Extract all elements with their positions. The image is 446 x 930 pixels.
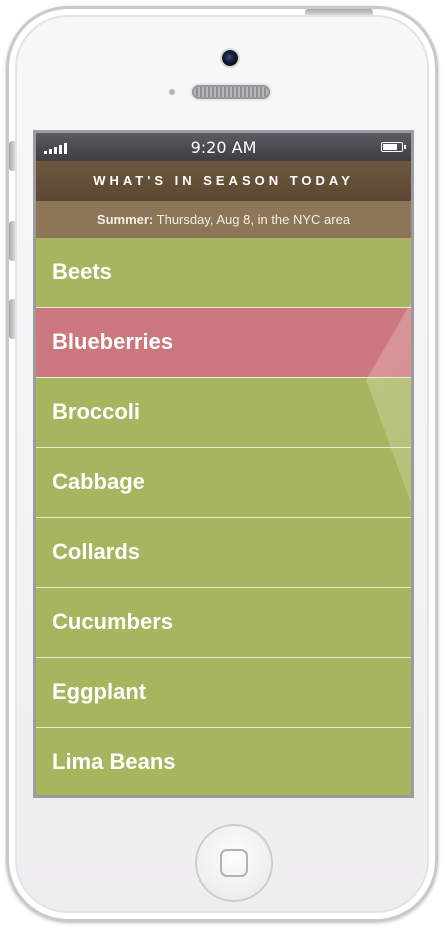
screen: 9:20 AM WHAT'S IN SEASON TODAY Summer: T… — [33, 130, 414, 798]
produce-item-label: Broccoli — [52, 399, 141, 424]
home-button[interactable] — [195, 824, 273, 902]
app-title: WHAT'S IN SEASON TODAY — [36, 161, 411, 201]
season-label: Summer: — [96, 212, 154, 227]
produce-item[interactable]: Blueberries — [36, 308, 411, 378]
device-stage: 9:20 AM WHAT'S IN SEASON TODAY Summer: T… — [0, 0, 446, 930]
produce-item-label: Cucumbers — [52, 609, 174, 634]
front-camera-icon — [222, 50, 238, 66]
produce-item-label: Collards — [52, 539, 141, 564]
produce-item[interactable]: Eggplant — [36, 658, 411, 728]
produce-item-label: Beets — [52, 259, 112, 284]
status-bar: 9:20 AM — [36, 133, 411, 161]
status-time: 9:20 AM — [190, 138, 257, 157]
produce-item-label: Eggplant — [52, 679, 147, 704]
volume-up-button — [9, 221, 15, 261]
season-date-location: Thursday, Aug 8, in the NYC area — [156, 212, 351, 227]
produce-list: Beets Blueberries Broccoli Cabbage Collards C… — [36, 238, 411, 795]
produce-item[interactable]: Lima Beans — [36, 728, 411, 795]
produce-item[interactable]: Cabbage — [36, 448, 411, 518]
produce-item[interactable]: Beets — [36, 238, 411, 308]
produce-item[interactable]: Broccoli — [36, 378, 411, 448]
produce-item-label: Lima Beans — [52, 749, 176, 774]
mute-switch — [9, 141, 15, 171]
home-square-icon — [220, 849, 248, 877]
volume-down-button — [9, 299, 15, 339]
season-info: Summer: Thursday, Aug 8, in the NYC area — [36, 201, 411, 238]
earpiece-speaker — [192, 85, 270, 99]
produce-item-label: Cabbage — [52, 469, 145, 494]
battery-icon — [381, 142, 406, 152]
power-button — [305, 9, 373, 15]
produce-item[interactable]: Collards — [36, 518, 411, 588]
battery-level — [383, 144, 398, 150]
produce-item[interactable]: Cucumbers — [36, 588, 411, 658]
produce-item-label: Blueberries — [52, 329, 174, 354]
proximity-sensor — [169, 89, 175, 95]
